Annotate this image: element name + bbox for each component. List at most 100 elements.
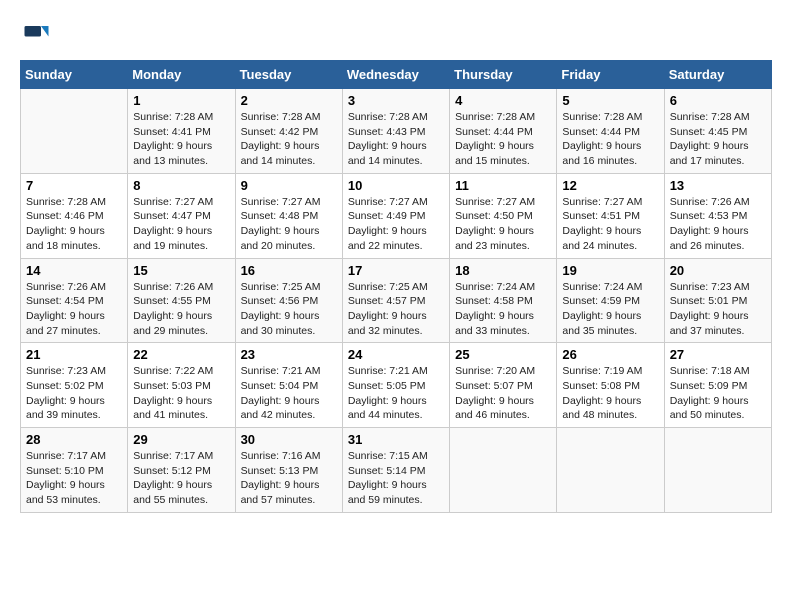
- day-cell: 7 Sunrise: 7:28 AM Sunset: 4:46 PM Dayli…: [21, 173, 128, 258]
- day-cell: 11 Sunrise: 7:27 AM Sunset: 4:50 PM Dayl…: [450, 173, 557, 258]
- day-info: Sunrise: 7:15 AM Sunset: 5:14 PM Dayligh…: [348, 449, 444, 508]
- day-number: 11: [455, 178, 551, 193]
- day-number: 1: [133, 93, 229, 108]
- day-number: 20: [670, 263, 766, 278]
- day-cell: [21, 89, 128, 174]
- logo-icon: [20, 20, 50, 50]
- day-number: 25: [455, 347, 551, 362]
- day-info: Sunrise: 7:26 AM Sunset: 4:54 PM Dayligh…: [26, 280, 122, 339]
- day-number: 29: [133, 432, 229, 447]
- day-number: 24: [348, 347, 444, 362]
- day-number: 5: [562, 93, 658, 108]
- day-info: Sunrise: 7:22 AM Sunset: 5:03 PM Dayligh…: [133, 364, 229, 423]
- header-row: SundayMondayTuesdayWednesdayThursdayFrid…: [21, 61, 772, 89]
- day-cell: 6 Sunrise: 7:28 AM Sunset: 4:45 PM Dayli…: [664, 89, 771, 174]
- header-cell-thursday: Thursday: [450, 61, 557, 89]
- day-number: 12: [562, 178, 658, 193]
- day-info: Sunrise: 7:19 AM Sunset: 5:08 PM Dayligh…: [562, 364, 658, 423]
- week-row-5: 28 Sunrise: 7:17 AM Sunset: 5:10 PM Dayl…: [21, 428, 772, 513]
- day-number: 21: [26, 347, 122, 362]
- day-cell: 17 Sunrise: 7:25 AM Sunset: 4:57 PM Dayl…: [342, 258, 449, 343]
- day-number: 15: [133, 263, 229, 278]
- day-cell: 26 Sunrise: 7:19 AM Sunset: 5:08 PM Dayl…: [557, 343, 664, 428]
- day-cell: 27 Sunrise: 7:18 AM Sunset: 5:09 PM Dayl…: [664, 343, 771, 428]
- day-info: Sunrise: 7:23 AM Sunset: 5:01 PM Dayligh…: [670, 280, 766, 339]
- week-row-4: 21 Sunrise: 7:23 AM Sunset: 5:02 PM Dayl…: [21, 343, 772, 428]
- day-info: Sunrise: 7:18 AM Sunset: 5:09 PM Dayligh…: [670, 364, 766, 423]
- day-number: 10: [348, 178, 444, 193]
- header-cell-monday: Monday: [128, 61, 235, 89]
- day-info: Sunrise: 7:27 AM Sunset: 4:50 PM Dayligh…: [455, 195, 551, 254]
- day-number: 8: [133, 178, 229, 193]
- page-header: [20, 20, 772, 50]
- day-info: Sunrise: 7:24 AM Sunset: 4:58 PM Dayligh…: [455, 280, 551, 339]
- day-number: 2: [241, 93, 337, 108]
- day-cell: 1 Sunrise: 7:28 AM Sunset: 4:41 PM Dayli…: [128, 89, 235, 174]
- day-info: Sunrise: 7:26 AM Sunset: 4:53 PM Dayligh…: [670, 195, 766, 254]
- day-info: Sunrise: 7:27 AM Sunset: 4:47 PM Dayligh…: [133, 195, 229, 254]
- calendar-table: SundayMondayTuesdayWednesdayThursdayFrid…: [20, 60, 772, 513]
- calendar-header: SundayMondayTuesdayWednesdayThursdayFrid…: [21, 61, 772, 89]
- day-info: Sunrise: 7:25 AM Sunset: 4:57 PM Dayligh…: [348, 280, 444, 339]
- day-number: 9: [241, 178, 337, 193]
- week-row-2: 7 Sunrise: 7:28 AM Sunset: 4:46 PM Dayli…: [21, 173, 772, 258]
- day-info: Sunrise: 7:17 AM Sunset: 5:12 PM Dayligh…: [133, 449, 229, 508]
- day-info: Sunrise: 7:24 AM Sunset: 4:59 PM Dayligh…: [562, 280, 658, 339]
- day-info: Sunrise: 7:25 AM Sunset: 4:56 PM Dayligh…: [241, 280, 337, 339]
- day-info: Sunrise: 7:28 AM Sunset: 4:45 PM Dayligh…: [670, 110, 766, 169]
- day-cell: 10 Sunrise: 7:27 AM Sunset: 4:49 PM Dayl…: [342, 173, 449, 258]
- day-cell: [664, 428, 771, 513]
- day-cell: 16 Sunrise: 7:25 AM Sunset: 4:56 PM Dayl…: [235, 258, 342, 343]
- day-cell: 22 Sunrise: 7:22 AM Sunset: 5:03 PM Dayl…: [128, 343, 235, 428]
- day-number: 3: [348, 93, 444, 108]
- header-cell-saturday: Saturday: [664, 61, 771, 89]
- day-cell: [450, 428, 557, 513]
- day-cell: 20 Sunrise: 7:23 AM Sunset: 5:01 PM Dayl…: [664, 258, 771, 343]
- week-row-3: 14 Sunrise: 7:26 AM Sunset: 4:54 PM Dayl…: [21, 258, 772, 343]
- day-cell: 19 Sunrise: 7:24 AM Sunset: 4:59 PM Dayl…: [557, 258, 664, 343]
- day-info: Sunrise: 7:28 AM Sunset: 4:43 PM Dayligh…: [348, 110, 444, 169]
- day-number: 19: [562, 263, 658, 278]
- day-cell: 14 Sunrise: 7:26 AM Sunset: 4:54 PM Dayl…: [21, 258, 128, 343]
- day-cell: 24 Sunrise: 7:21 AM Sunset: 5:05 PM Dayl…: [342, 343, 449, 428]
- day-number: 6: [670, 93, 766, 108]
- day-info: Sunrise: 7:28 AM Sunset: 4:44 PM Dayligh…: [562, 110, 658, 169]
- day-info: Sunrise: 7:20 AM Sunset: 5:07 PM Dayligh…: [455, 364, 551, 423]
- day-number: 18: [455, 263, 551, 278]
- calendar-body: 1 Sunrise: 7:28 AM Sunset: 4:41 PM Dayli…: [21, 89, 772, 513]
- header-cell-tuesday: Tuesday: [235, 61, 342, 89]
- day-info: Sunrise: 7:27 AM Sunset: 4:51 PM Dayligh…: [562, 195, 658, 254]
- week-row-1: 1 Sunrise: 7:28 AM Sunset: 4:41 PM Dayli…: [21, 89, 772, 174]
- day-cell: 2 Sunrise: 7:28 AM Sunset: 4:42 PM Dayli…: [235, 89, 342, 174]
- day-cell: 28 Sunrise: 7:17 AM Sunset: 5:10 PM Dayl…: [21, 428, 128, 513]
- day-cell: 21 Sunrise: 7:23 AM Sunset: 5:02 PM Dayl…: [21, 343, 128, 428]
- logo: [20, 20, 54, 50]
- day-cell: 4 Sunrise: 7:28 AM Sunset: 4:44 PM Dayli…: [450, 89, 557, 174]
- day-number: 4: [455, 93, 551, 108]
- header-cell-wednesday: Wednesday: [342, 61, 449, 89]
- day-info: Sunrise: 7:28 AM Sunset: 4:46 PM Dayligh…: [26, 195, 122, 254]
- day-number: 28: [26, 432, 122, 447]
- day-cell: 8 Sunrise: 7:27 AM Sunset: 4:47 PM Dayli…: [128, 173, 235, 258]
- day-cell: [557, 428, 664, 513]
- day-cell: 23 Sunrise: 7:21 AM Sunset: 5:04 PM Dayl…: [235, 343, 342, 428]
- day-number: 22: [133, 347, 229, 362]
- day-number: 7: [26, 178, 122, 193]
- header-cell-friday: Friday: [557, 61, 664, 89]
- day-number: 16: [241, 263, 337, 278]
- day-info: Sunrise: 7:27 AM Sunset: 4:49 PM Dayligh…: [348, 195, 444, 254]
- day-info: Sunrise: 7:23 AM Sunset: 5:02 PM Dayligh…: [26, 364, 122, 423]
- day-info: Sunrise: 7:21 AM Sunset: 5:04 PM Dayligh…: [241, 364, 337, 423]
- day-number: 23: [241, 347, 337, 362]
- header-cell-sunday: Sunday: [21, 61, 128, 89]
- day-info: Sunrise: 7:27 AM Sunset: 4:48 PM Dayligh…: [241, 195, 337, 254]
- day-number: 27: [670, 347, 766, 362]
- day-cell: 25 Sunrise: 7:20 AM Sunset: 5:07 PM Dayl…: [450, 343, 557, 428]
- day-cell: 30 Sunrise: 7:16 AM Sunset: 5:13 PM Dayl…: [235, 428, 342, 513]
- day-number: 30: [241, 432, 337, 447]
- day-cell: 29 Sunrise: 7:17 AM Sunset: 5:12 PM Dayl…: [128, 428, 235, 513]
- day-number: 17: [348, 263, 444, 278]
- day-cell: 13 Sunrise: 7:26 AM Sunset: 4:53 PM Dayl…: [664, 173, 771, 258]
- day-cell: 18 Sunrise: 7:24 AM Sunset: 4:58 PM Dayl…: [450, 258, 557, 343]
- day-info: Sunrise: 7:28 AM Sunset: 4:42 PM Dayligh…: [241, 110, 337, 169]
